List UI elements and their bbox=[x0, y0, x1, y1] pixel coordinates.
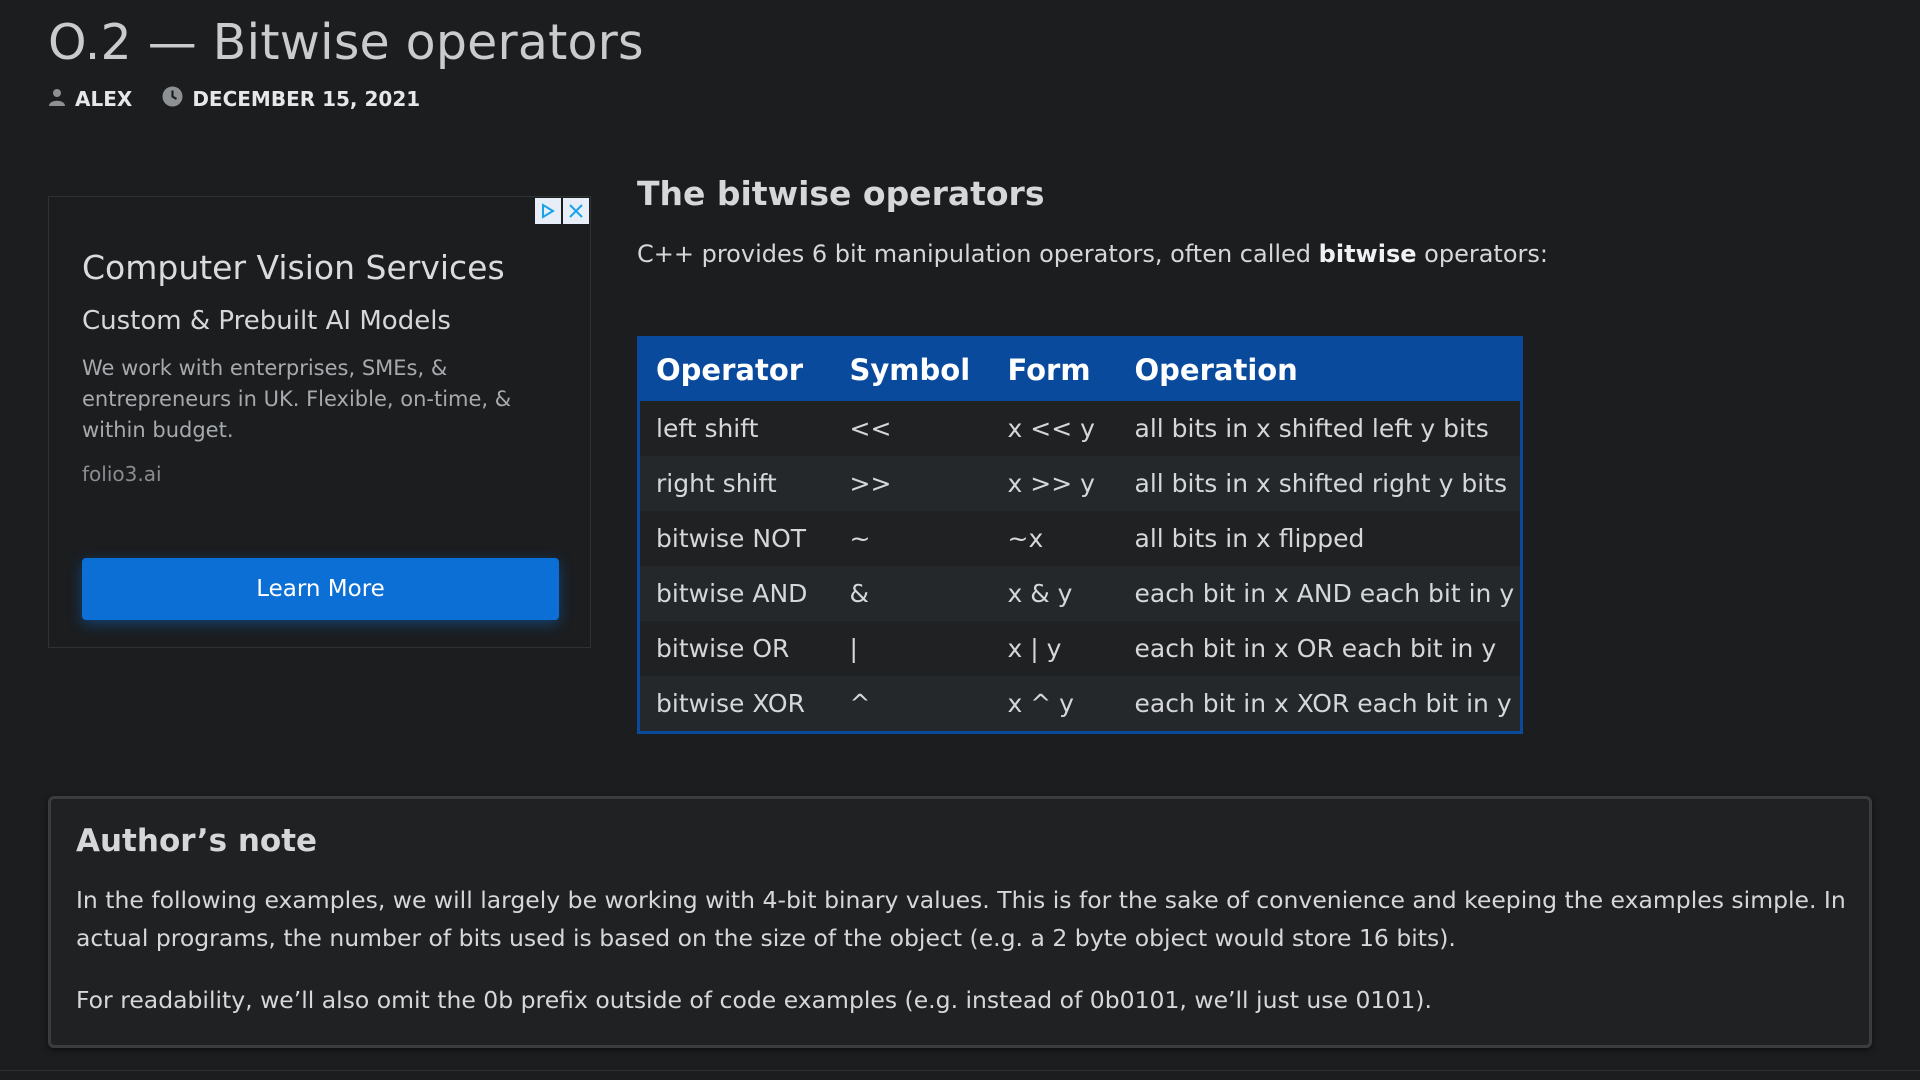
authors-note: Author’s note In the following examples,… bbox=[48, 796, 1872, 1048]
form-cell: x << y bbox=[1007, 413, 1095, 443]
form-cell: x ^ y bbox=[1007, 688, 1074, 718]
operator-cell: left shift bbox=[656, 413, 759, 443]
ad-body: We work with enterprises, SMEs, & entrep… bbox=[82, 356, 512, 442]
table-row: bitwise AND & x & y each bit in x AND ea… bbox=[638, 565, 1522, 621]
clock-icon bbox=[162, 86, 183, 112]
ad-subheadline: Custom & Prebuilt AI Models bbox=[82, 306, 451, 336]
column-header-operation: Operation bbox=[1134, 352, 1298, 387]
section-heading: The bitwise operators bbox=[637, 174, 1045, 213]
operation-cell: all bits in x shifted right y bits bbox=[1134, 468, 1507, 498]
intro-text-start: C++ provides 6 bit manipulation operator… bbox=[637, 240, 1319, 268]
intro-text: C++ provides 6 bit manipulation operator… bbox=[637, 240, 1548, 268]
symbol-cell: & bbox=[849, 578, 870, 608]
table-row: bitwise OR | x | y each bit in x OR each… bbox=[638, 620, 1522, 676]
symbol-cell: | bbox=[849, 633, 858, 663]
ad-badges bbox=[533, 198, 589, 224]
table-row: right shift >> x >> y all bits in x shif… bbox=[638, 455, 1522, 511]
operator-cell: bitwise AND bbox=[656, 578, 808, 608]
operator-cell: bitwise NOT bbox=[656, 523, 807, 553]
column-header-operator: Operator bbox=[656, 352, 804, 387]
table-row: left shift << x << y all bits in x shift… bbox=[638, 400, 1522, 456]
symbol-cell: ^ bbox=[849, 688, 871, 718]
operators-table: Operator Symbol Form Operation left shif… bbox=[637, 336, 1523, 734]
table-row: bitwise NOT ~ ~x all bits in x flipped bbox=[638, 510, 1522, 566]
note-paragraph: For readability, we’ll also omit the 0b … bbox=[76, 986, 1432, 1014]
form-cell: x >> y bbox=[1007, 468, 1095, 498]
form-cell: x & y bbox=[1007, 578, 1073, 608]
divider bbox=[0, 1070, 1920, 1071]
operation-cell: all bits in x shifted left y bits bbox=[1134, 413, 1489, 443]
symbol-cell: << bbox=[849, 413, 892, 443]
intro-bold-term: bitwise bbox=[1318, 240, 1417, 268]
operation-cell: each bit in x AND each bit in y bbox=[1134, 578, 1515, 608]
table-header-row: Operator Symbol Form Operation bbox=[638, 337, 1522, 401]
symbol-cell: ~ bbox=[849, 523, 871, 553]
ad-headline[interactable]: Computer Vision Services bbox=[82, 248, 505, 287]
form-cell: x | y bbox=[1007, 633, 1062, 663]
operator-cell: bitwise XOR bbox=[656, 688, 805, 718]
close-icon[interactable] bbox=[563, 198, 589, 224]
operator-cell: right shift bbox=[656, 468, 777, 498]
note-title: Author’s note bbox=[76, 823, 318, 859]
operation-cell: each bit in x XOR each bit in y bbox=[1134, 688, 1512, 718]
symbol-cell: >> bbox=[849, 468, 892, 498]
operation-cell: each bit in x OR each bit in y bbox=[1134, 633, 1497, 663]
user-icon bbox=[48, 87, 66, 111]
operation-cell: all bits in x flipped bbox=[1134, 523, 1365, 553]
note-paragraph: In the following examples, we will large… bbox=[76, 886, 1846, 952]
page-title: O.2 — Bitwise operators bbox=[48, 14, 644, 71]
ad-domain[interactable]: folio3.ai bbox=[82, 462, 162, 486]
author-link[interactable]: ALEX bbox=[75, 87, 132, 111]
learn-more-button[interactable]: Learn More bbox=[82, 558, 559, 620]
intro-text-end: operators: bbox=[1416, 240, 1548, 268]
column-header-form: Form bbox=[1007, 352, 1091, 387]
post-meta: ALEX DECEMBER 15, 2021 bbox=[48, 86, 420, 112]
advertisement[interactable]: Computer Vision Services Custom & Prebui… bbox=[48, 196, 591, 648]
table-row: bitwise XOR ^ x ^ y each bit in x XOR ea… bbox=[638, 675, 1522, 732]
operator-cell: bitwise OR bbox=[656, 633, 790, 663]
post-date: DECEMBER 15, 2021 bbox=[192, 87, 421, 111]
column-header-symbol: Symbol bbox=[849, 352, 971, 387]
adchoices-icon[interactable] bbox=[535, 198, 561, 224]
form-cell: ~x bbox=[1007, 523, 1044, 553]
